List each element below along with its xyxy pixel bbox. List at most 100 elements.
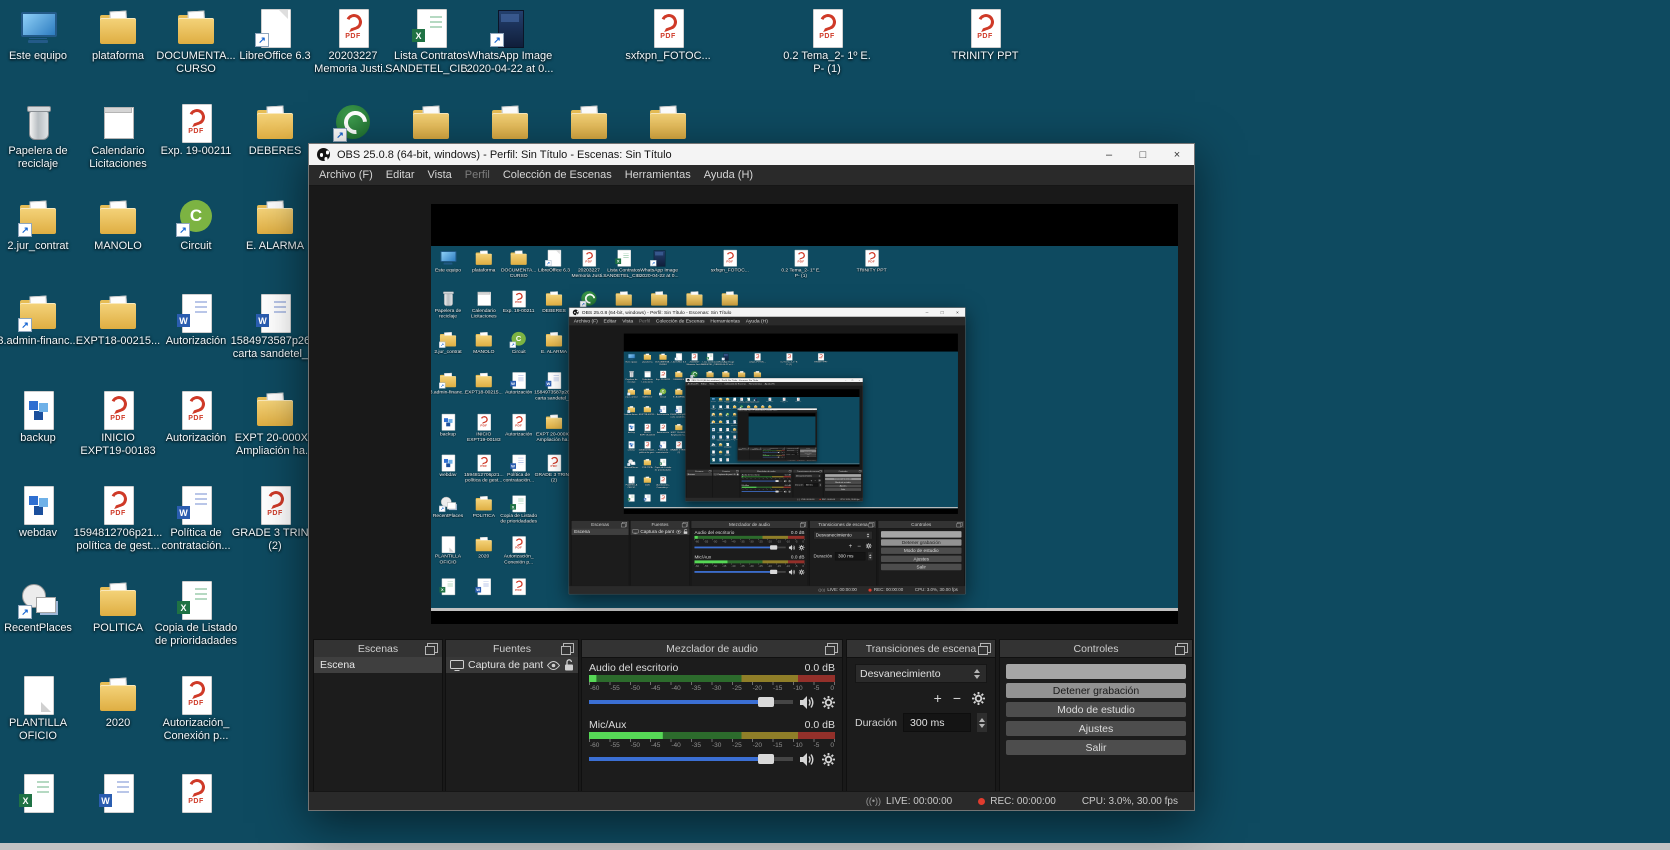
shortcut-arrow-icon: ↗: [18, 223, 32, 237]
pdf-icon: PDF: [174, 390, 218, 430]
popout-icon[interactable]: [827, 643, 838, 653]
exit-button[interactable]: Salir: [1006, 740, 1186, 755]
popout-icon[interactable]: [427, 643, 438, 653]
excel-icon: X: [409, 8, 453, 48]
desktop-icon-label: Política de contratación...: [161, 527, 230, 553]
scene-transitions-panel: Transiciones de escena Desvanecimiento +…: [846, 639, 996, 791]
shortcut-arrow-icon: ↗: [176, 223, 190, 237]
popout-icon[interactable]: [563, 643, 574, 653]
popout-icon[interactable]: [980, 643, 991, 653]
sources-panel: Fuentes Captura de pantal: [445, 639, 579, 791]
monitor-icon: [450, 660, 464, 671]
transition-properties-gear-icon[interactable]: [972, 692, 985, 705]
pdf-icon: PDF: [963, 8, 1007, 48]
add-transition-button[interactable]: +: [934, 690, 942, 706]
folder-icon: [96, 675, 140, 715]
folder-icon: ↗: [16, 198, 60, 238]
menu-editar[interactable]: Editar: [386, 169, 415, 181]
desktop: Este equipoplataformaDOCUMENTA... CURSO↗…: [0, 0, 1670, 850]
folder-icon: ↗: [16, 293, 60, 333]
speaker-icon[interactable]: [800, 753, 815, 766]
menu-herramientas[interactable]: Herramientas: [625, 169, 691, 181]
audio-level-meter: [589, 732, 835, 739]
duration-spinner-icon[interactable]: [977, 713, 987, 732]
controls-panel-header: Controles: [1000, 640, 1192, 658]
menu-vista[interactable]: Vista: [428, 169, 452, 181]
controls-panel-title: Controles: [1074, 643, 1119, 655]
remove-transition-button[interactable]: −: [953, 690, 961, 706]
transitions-panel-title: Transiciones de escena: [866, 643, 977, 655]
desktop-icon-label: MANOLO: [94, 240, 142, 253]
obs-window: OBS 25.0.8 (64-bit, windows) - Perfil: S…: [308, 143, 1195, 811]
shortcut-arrow-icon: ↗: [490, 33, 504, 47]
desktop-icon[interactable]: PDF0.2 Tema_2- 1º E. P- (1): [779, 8, 875, 76]
menu-coleccion-escenas[interactable]: Colección de Escenas: [503, 169, 612, 181]
menu-archivo[interactable]: Archivo (F): [319, 169, 373, 181]
channel-db-value: 0.0 dB: [805, 662, 835, 674]
source-list-item[interactable]: Captura de pantal: [446, 657, 578, 673]
mixer-panel-header: Mezclador de audio: [582, 640, 842, 658]
speaker-icon[interactable]: [800, 696, 815, 709]
folder-icon: [567, 103, 611, 143]
lock-icon[interactable]: [564, 659, 574, 671]
close-button[interactable]: ×: [1160, 144, 1194, 165]
live-broadcast-icon: ((•)): [866, 796, 881, 806]
duration-label: Duración: [855, 717, 897, 729]
combo-spinner-icon: [972, 669, 982, 679]
desktop-icon[interactable]: PDFTRINITY PPT: [937, 8, 1033, 63]
desktop-icon-label: Circuit: [180, 240, 211, 253]
stop-recording-button[interactable]: Detener grabación: [1006, 683, 1186, 698]
volume-slider-handle[interactable]: [758, 697, 774, 707]
volume-slider[interactable]: [589, 757, 793, 761]
shortcut-arrow-icon: ↗: [18, 605, 32, 619]
preview-capture: Este equipoplataformaDOCUMENTA... CURSO↗…: [431, 246, 1178, 611]
scene-list-item[interactable]: Escena: [314, 657, 442, 673]
desktop-icon[interactable]: ↗WhatsApp Image 2020-04-22 at 0...: [462, 8, 558, 76]
transition-select[interactable]: Desvanecimiento: [855, 664, 987, 683]
desktop-icon[interactable]: PDFAutorización_ Conexión p...: [148, 675, 244, 743]
maximize-button[interactable]: □: [1126, 144, 1160, 165]
gear-icon[interactable]: [822, 696, 835, 709]
pdf-icon: PDF: [174, 773, 218, 813]
mixer-channel-desktop-audio: Audio del escritorio 0.0 dB -60-55-50-45…: [589, 661, 835, 709]
docks: Escenas Escena + − ∧ ∨: [309, 639, 1194, 791]
channel-db-value: 0.0 dB: [805, 719, 835, 731]
minimize-button[interactable]: –: [1092, 144, 1126, 165]
folder-icon: [646, 103, 690, 143]
studio-mode-button[interactable]: Modo de estudio: [1006, 702, 1186, 717]
desktop-icon[interactable]: PDF: [148, 773, 244, 813]
cubes-icon: [16, 485, 60, 525]
settings-button[interactable]: Ajustes: [1006, 721, 1186, 736]
menu-perfil[interactable]: Perfil: [465, 169, 490, 181]
start-streaming-button[interactable]: [1006, 664, 1186, 679]
desktop-icon[interactable]: [620, 103, 716, 143]
desktop-icon-label: Autorización_ Conexión p...: [163, 717, 230, 743]
desktop-icon-label: sxfxpn_FOTOC...: [625, 50, 710, 63]
volume-slider[interactable]: [589, 700, 793, 704]
preview-canvas[interactable]: Este equipoplataformaDOCUMENTA... CURSO↗…: [431, 204, 1178, 624]
pdf-icon: PDF: [331, 8, 375, 48]
folder-icon: [409, 103, 453, 143]
popout-icon[interactable]: [1177, 643, 1188, 653]
desktop-icon[interactable]: XCopia de Listado de prioridadades: [148, 580, 244, 648]
scenes-panel-title: Escenas: [358, 643, 398, 655]
duration-input[interactable]: 300 ms: [903, 713, 971, 732]
desktop-icon-label: INICIO EXPT19-00183: [80, 432, 155, 458]
gear-icon[interactable]: [822, 753, 835, 766]
rec-timer: REC: 00:00:00: [990, 796, 1056, 807]
desktop-icon-label: Autorización: [166, 432, 227, 445]
desktop-icon-label: Copia de Listado de prioridadades: [155, 622, 238, 648]
desktop-icon-label: EXPT 20-000XX Ampliación ha...: [235, 432, 316, 458]
visibility-eye-icon[interactable]: [547, 661, 560, 670]
menu-ayuda[interactable]: Ayuda (H): [704, 169, 753, 181]
volume-slider-handle[interactable]: [758, 754, 774, 764]
shortcut-arrow-icon: ↗: [18, 318, 32, 332]
transitions-panel-header: Transiciones de escena: [847, 640, 995, 658]
doc-icon: ↗: [253, 8, 297, 48]
word-icon: W: [96, 773, 140, 813]
computer-icon: [16, 8, 60, 48]
channel-name: Mic/Aux: [589, 719, 626, 731]
source-label: Captura de pantal: [468, 659, 543, 671]
desktop-icon[interactable]: PDFsxfxpn_FOTOC...: [620, 8, 716, 63]
transition-selected-value: Desvanecimiento: [860, 668, 941, 680]
